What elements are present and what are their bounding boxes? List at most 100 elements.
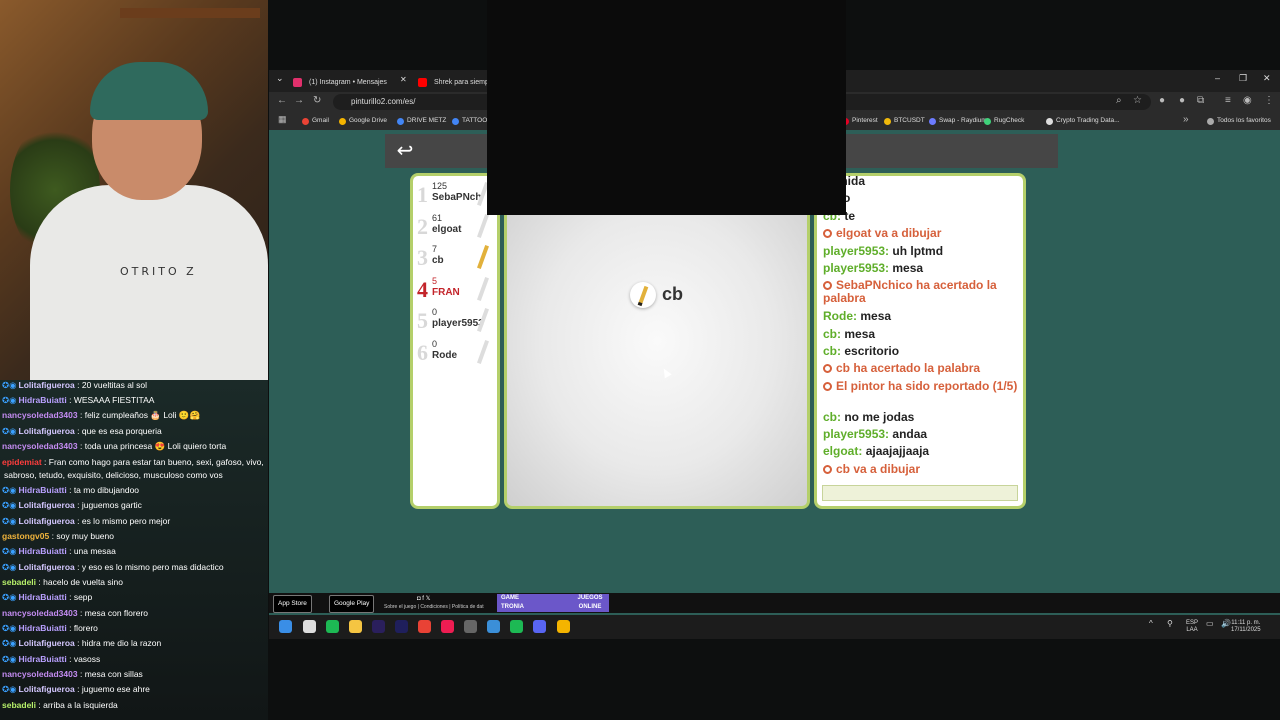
pencil-icon (477, 213, 489, 238)
extensions-puzzle-icon[interactable]: ⧉ (1197, 95, 1204, 106)
tab-instagram[interactable]: (1) Instagram • Mensajes (287, 73, 429, 92)
chat-username[interactable]: Lolitafigueroa (19, 638, 75, 648)
discord-icon[interactable]: ◘ (417, 596, 421, 602)
bookmark-item[interactable]: Pinterest (842, 115, 878, 127)
google-play-button[interactable]: Google Play (329, 595, 375, 613)
player-name: SebaPNch (432, 192, 482, 203)
profile-avatar[interactable]: ◉ (1243, 95, 1252, 106)
chat-text: no me jodas (844, 410, 915, 424)
more-bookmarks-icon[interactable]: » (1183, 114, 1189, 125)
chat-username[interactable]: nancysoledad3403 (2, 608, 78, 618)
search-icon[interactable] (303, 620, 316, 633)
app-store-button[interactable]: App Store (273, 595, 312, 613)
chat-message: ✪◉ HidraBuiatti : una mesaa (2, 546, 116, 556)
menu-icon[interactable]: ⋮ (1264, 95, 1274, 106)
bookmark-label: Google Drive (349, 117, 387, 124)
bookmark-item[interactable]: BTCUSDT (884, 115, 925, 127)
chat-username[interactable]: HidraBuiatti (19, 623, 67, 633)
chat-username[interactable]: HidraBuiatti (19, 546, 67, 556)
pencil-icon (477, 276, 489, 301)
chevron-up-icon[interactable]: ^ (1149, 620, 1153, 628)
chat-username[interactable]: HidraBuiatti (19, 395, 67, 405)
bookmark-item[interactable]: DRIVE METZ (397, 115, 446, 127)
instagram-icon (293, 78, 302, 87)
tab-search-icon[interactable]: ⌄ (276, 73, 284, 84)
tiktok-icon[interactable] (441, 620, 454, 633)
extension-icon[interactable]: ● (1159, 95, 1165, 106)
back-icon[interactable]: ← (277, 95, 287, 106)
spotify-icon[interactable] (326, 620, 339, 633)
reload-icon[interactable]: ↻ (313, 95, 321, 106)
media-icon[interactable]: ≡ (1225, 95, 1231, 106)
zoom-icon[interactable]: ⌕ (1116, 95, 1122, 106)
extension-icon[interactable]: ● (1179, 95, 1185, 106)
maximize-icon[interactable]: ❐ (1239, 73, 1247, 84)
chat-text: que es esa porqueria (81, 426, 162, 436)
chat-username[interactable]: sebadeli (2, 577, 36, 587)
spotify-icon[interactable] (510, 620, 523, 633)
social-icons: ◘ f 𝕏 (417, 595, 430, 602)
system-text: cb va a dibujar (836, 462, 921, 476)
bookmark-item[interactable]: Gmail (302, 115, 329, 127)
back-arrow-icon[interactable]: ↩ (393, 139, 417, 163)
chat-username[interactable]: HidraBuiatti (19, 654, 67, 664)
chat-username[interactable]: Lolitafigueroa (19, 380, 75, 390)
chat-input[interactable] (822, 485, 1018, 501)
bookmark-item[interactable]: RugCheck (984, 115, 1024, 127)
apps-grid-icon[interactable]: ▦ (278, 114, 287, 125)
chat-text: sepp (73, 592, 93, 602)
chat-username[interactable]: gastongv05 (2, 531, 49, 541)
chat-message: player5953: uh lptmd (823, 245, 1019, 258)
chat-username[interactable]: Lolitafigueroa (19, 426, 75, 436)
file-explorer-icon[interactable] (349, 620, 362, 633)
gametronia-logo[interactable]: GAME TRONIA JUEGOS ONLINE (497, 594, 609, 612)
chat-username[interactable]: nancysoledad3403 (2, 410, 78, 420)
chat-username[interactable]: nancysoledad3403 (2, 441, 78, 451)
volume-icon[interactable]: 🔊 (1221, 620, 1231, 628)
chat-username[interactable]: Lolitafigueroa (19, 500, 75, 510)
clock[interactable]: 11:11 p. m. 17/11/2025 (1231, 620, 1261, 634)
bookmark-item[interactable]: Todos los favoritos (1207, 115, 1271, 127)
x-icon[interactable]: 𝕏 (426, 596, 431, 602)
minimize-icon[interactable]: – (1215, 73, 1220, 83)
chat-message: ✪◉ Lolitafigueroa : 20 vueltitas al sol (2, 380, 148, 390)
windows-start-icon[interactable] (279, 620, 292, 633)
chat-message: sebadeli : arriba a la isquierda (2, 700, 118, 710)
language-indicator[interactable]: ESP LAA (1186, 620, 1198, 634)
streamer-shirt (30, 185, 268, 380)
mic-icon[interactable]: ⚲ (1167, 620, 1173, 628)
player-rank: 5 (417, 308, 428, 333)
footer-links[interactable]: Sobre el juego | Condiciones | Política … (384, 604, 484, 610)
chat-username[interactable]: nancysoledad3403 (2, 669, 78, 679)
bookmark-star-icon[interactable]: ☆ (1133, 95, 1142, 106)
chat-message: sabroso, tetudo, exquisito, delicioso, m… (2, 470, 268, 480)
system-message: elgoat va a dibujar (823, 227, 1019, 240)
forward-icon[interactable]: → (294, 95, 304, 106)
chat-username[interactable]: Lolitafigueroa (19, 684, 75, 694)
discord-icon[interactable] (533, 620, 546, 633)
chrome-icon[interactable] (418, 620, 431, 633)
facebook-icon[interactable]: f (422, 596, 424, 602)
drawing-canvas[interactable]: cb (504, 173, 810, 509)
premiere-icon[interactable] (372, 620, 385, 633)
chat-text: arriba a la isquierda (43, 700, 118, 710)
after-effects-icon[interactable] (395, 620, 408, 633)
chrome-icon[interactable] (557, 620, 570, 633)
bookmark-favicon-icon (1046, 118, 1053, 125)
bookmark-item[interactable]: Google Drive (339, 115, 387, 127)
chat-username[interactable]: sebadeli (2, 700, 36, 710)
chat-username[interactable]: Lolitafigueroa (19, 516, 75, 526)
app-icon[interactable] (487, 620, 500, 633)
bookmark-item[interactable]: TATTOO (452, 115, 487, 127)
network-icon[interactable]: ▭ (1206, 620, 1214, 628)
chat-username[interactable]: HidraBuiatti (19, 485, 67, 495)
bookmark-item[interactable]: Crypto Trading Data... (1046, 115, 1120, 127)
bookmark-item[interactable]: Swap - Raydium (929, 115, 987, 127)
chat-username[interactable]: HidraBuiatti (19, 592, 67, 602)
chat-username[interactable]: Lolitafigueroa (19, 562, 75, 572)
close-tab-icon[interactable]: ✕ (400, 75, 407, 84)
chat-text: escritorio (844, 344, 900, 358)
close-window-icon[interactable]: ✕ (1263, 73, 1271, 84)
obs-icon[interactable] (464, 620, 477, 633)
chat-username[interactable]: epidemiat (2, 457, 42, 467)
